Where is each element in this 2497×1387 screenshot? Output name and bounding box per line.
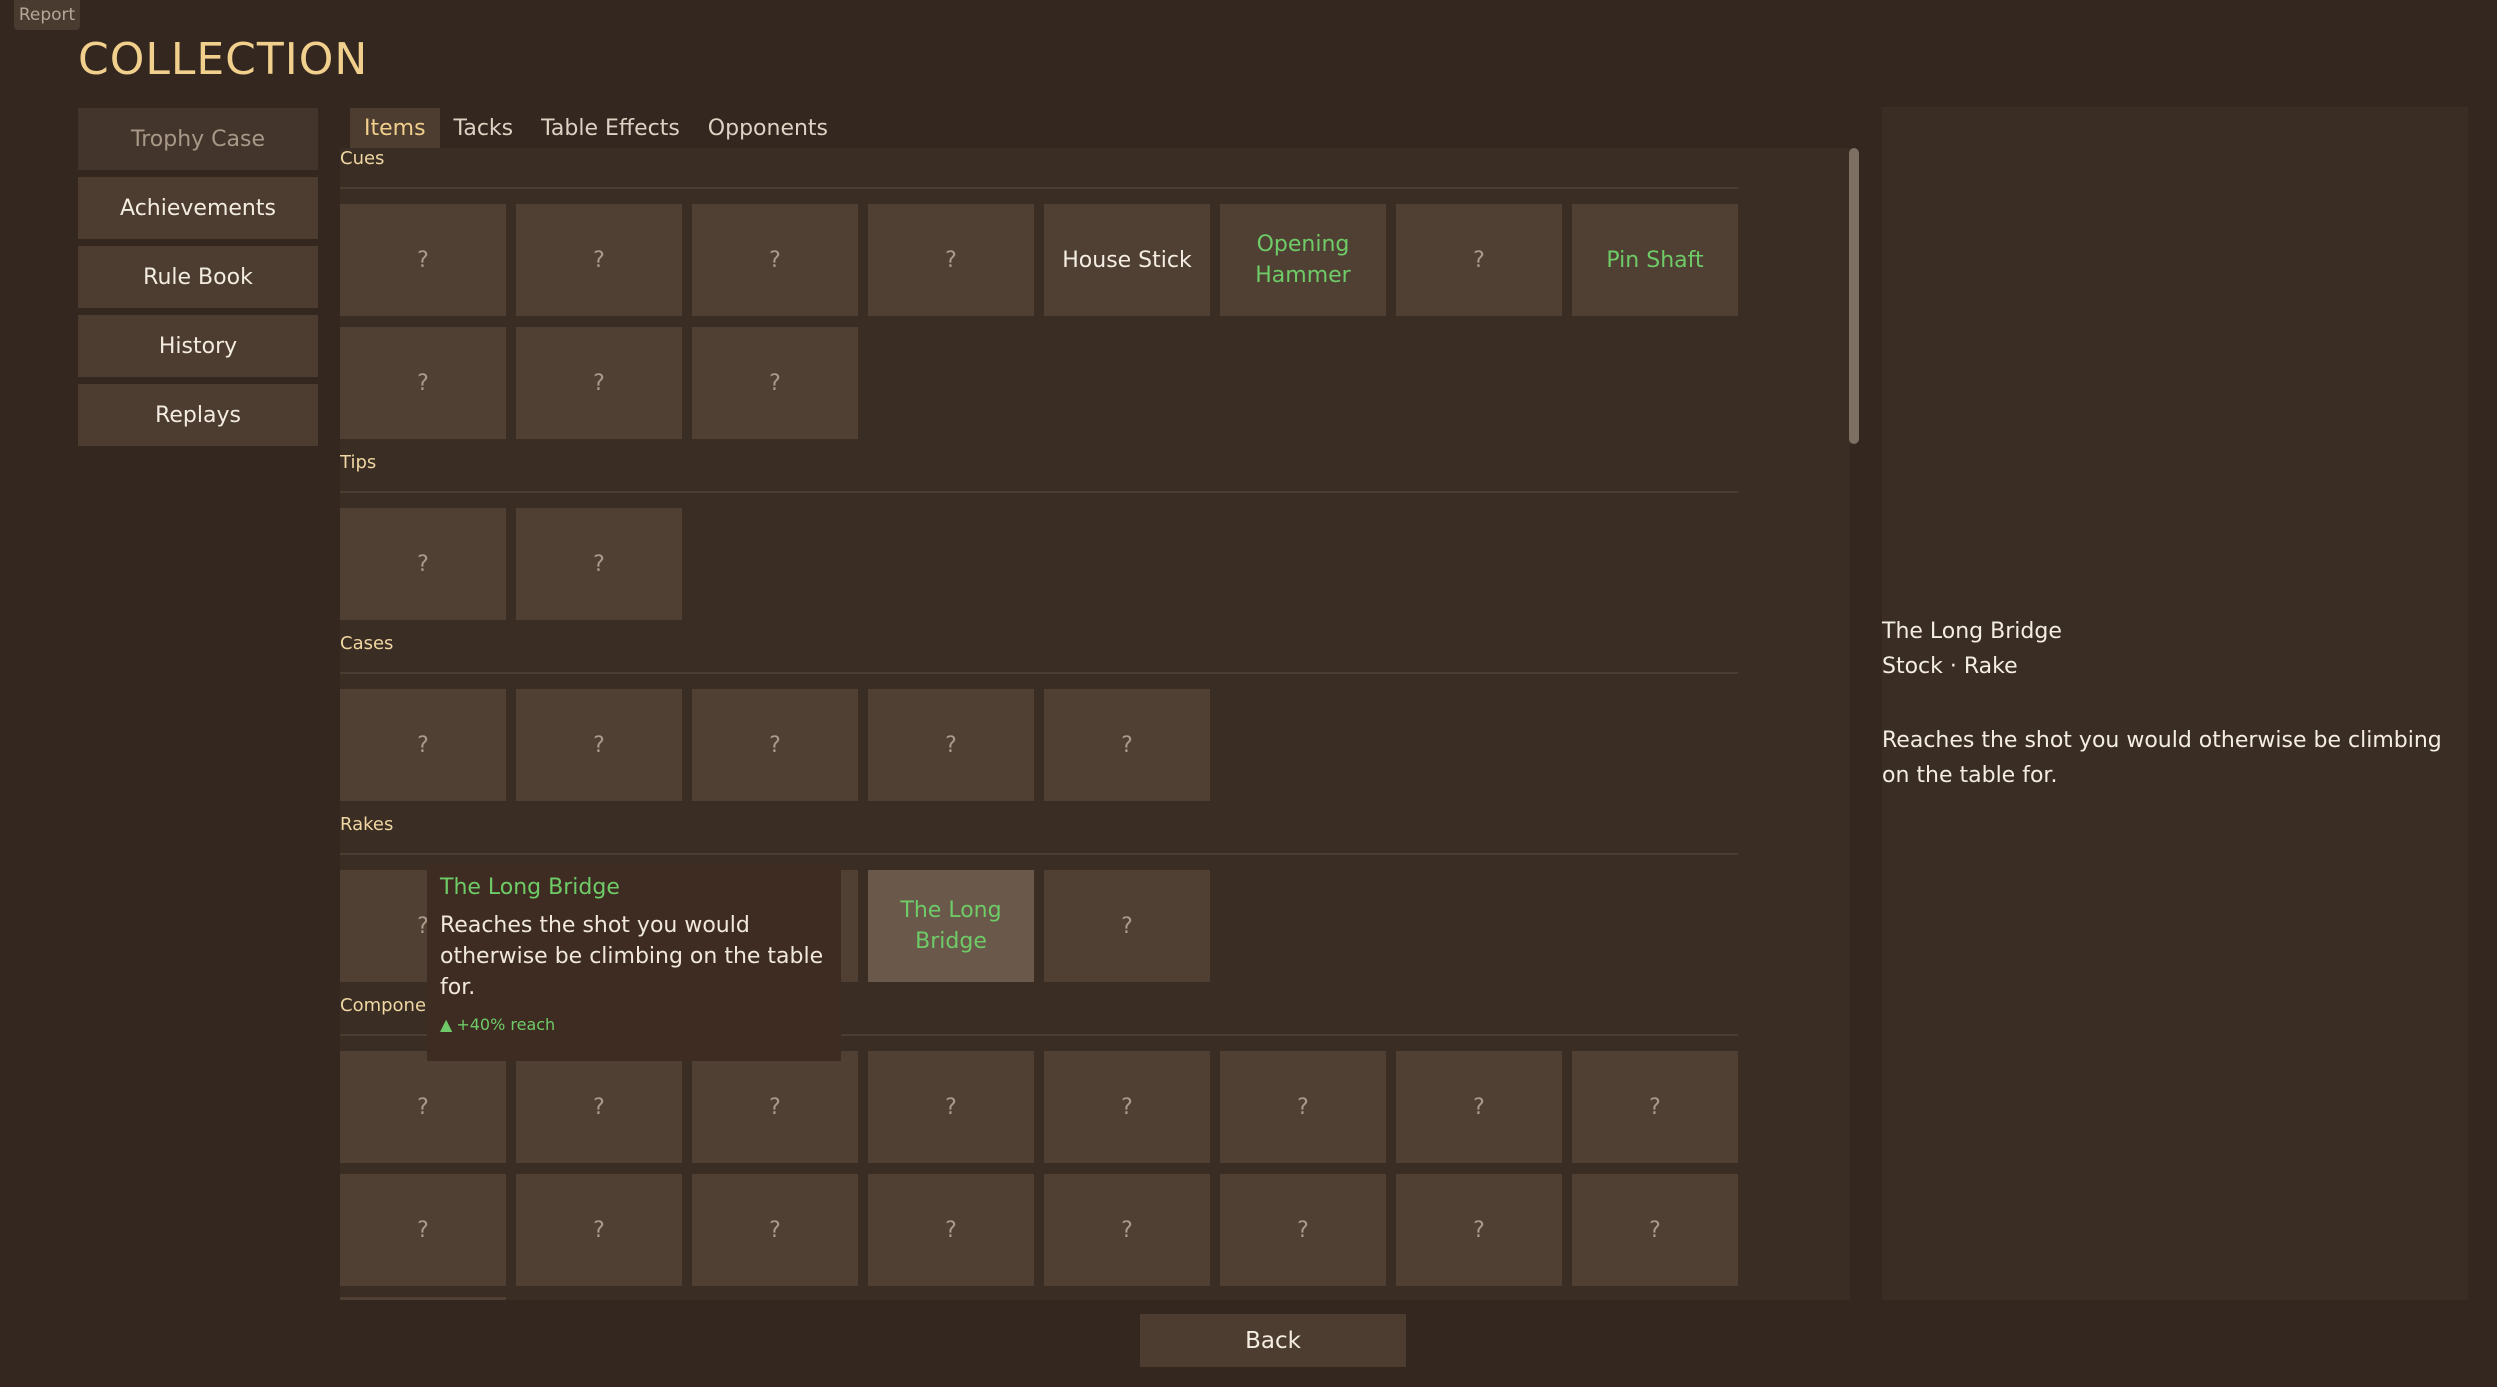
item-slot-locked[interactable]: ? (340, 1174, 506, 1286)
tooltip-title: The Long Bridge (440, 875, 620, 900)
item-slot-locked[interactable]: ? (340, 508, 506, 620)
item-slot-locked[interactable]: ? (1572, 1051, 1738, 1163)
sidebar-item-trophy-case[interactable]: Trophy Case (78, 108, 318, 170)
section-label-cases: Cases (340, 633, 394, 654)
section-label-tips: Tips (340, 452, 377, 473)
section-label-cues: Cues (340, 148, 385, 169)
tooltip-stat: ▲ +40% reach (440, 1015, 828, 1034)
item-slot-locked[interactable]: ? (340, 327, 506, 439)
item-slot-locked[interactable]: ? (692, 204, 858, 316)
item-slot-locked[interactable]: ? (1220, 1174, 1386, 1286)
item-slot-locked[interactable]: ? (340, 1051, 506, 1163)
item-slot-locked[interactable]: ? (1396, 1051, 1562, 1163)
tab-tacks[interactable]: Tacks (440, 108, 528, 148)
tab-table-effects[interactable]: Table Effects (527, 108, 694, 148)
back-button[interactable]: Back (1140, 1314, 1406, 1367)
item-slot-locked[interactable]: ? (516, 204, 682, 316)
item-slot-locked[interactable]: ? (1572, 1174, 1738, 1286)
sidebar-item-rule-book[interactable]: Rule Book (78, 246, 318, 308)
item-slot-locked[interactable]: ? (1396, 204, 1562, 316)
report-button[interactable]: Report (14, 0, 80, 30)
item-slot-locked[interactable] (340, 1297, 506, 1300)
item-slot-locked[interactable]: ? (868, 689, 1034, 801)
item-detail-panel: The Long Bridge Stock · Rake Reaches the… (1882, 107, 2468, 1300)
sidebar-item-achievements[interactable]: Achievements (78, 177, 318, 239)
detail-item-name: The Long Bridge (1882, 619, 2062, 644)
stat-up-arrow-icon: ▲ (440, 1015, 453, 1034)
item-slot-locked[interactable]: ? (692, 689, 858, 801)
item-slot-locked[interactable]: ? (1044, 1174, 1210, 1286)
tooltip-description: Reaches the shot you would otherwise be … (440, 913, 824, 1000)
collection-tabs: Items Tacks Table Effects Opponents (350, 108, 842, 148)
item-slot-the-long-bridge[interactable]: The Long Bridge (868, 870, 1034, 982)
section-divider (340, 491, 1738, 493)
item-slot-locked[interactable]: ? (1220, 1051, 1386, 1163)
item-slot-locked[interactable]: ? (516, 327, 682, 439)
item-slot-locked[interactable]: ? (340, 204, 506, 316)
detail-item-description: Reaches the shot you would otherwise be … (1882, 728, 2442, 788)
tab-opponents[interactable]: Opponents (694, 108, 842, 148)
item-slot-locked[interactable]: ? (516, 508, 682, 620)
item-tooltip: The Long Bridge Reaches the shot you wou… (427, 863, 841, 1061)
section-label-rakes: Rakes (340, 814, 394, 835)
item-slot-locked[interactable]: ? (692, 1174, 858, 1286)
item-slot-locked[interactable]: ? (692, 1051, 858, 1163)
sidebar-item-replays[interactable]: Replays (78, 384, 318, 446)
items-scroll-panel[interactable]: Cues ? ? ? ? House Stick Opening Hammer … (340, 148, 1850, 1300)
item-slot-pin-shaft[interactable]: Pin Shaft (1572, 204, 1738, 316)
item-slot-locked[interactable]: ? (1396, 1174, 1562, 1286)
section-divider (340, 187, 1738, 189)
item-slot-locked[interactable]: ? (516, 1051, 682, 1163)
tab-items[interactable]: Items (350, 108, 440, 148)
item-slot-locked[interactable]: ? (516, 689, 682, 801)
item-slot-locked[interactable]: ? (868, 204, 1034, 316)
section-divider (340, 672, 1738, 674)
sidebar: Trophy Case Achievements Rule Book Histo… (78, 108, 318, 453)
item-slot-locked[interactable]: ? (1044, 870, 1210, 982)
item-slot-opening-hammer[interactable]: Opening Hammer (1220, 204, 1386, 316)
item-slot-locked[interactable]: ? (868, 1051, 1034, 1163)
item-slot-house-stick[interactable]: House Stick (1044, 204, 1210, 316)
item-slot-locked[interactable]: ? (868, 1174, 1034, 1286)
item-slot-locked[interactable]: ? (1044, 689, 1210, 801)
tooltip-stat-text: +40% reach (456, 1015, 556, 1034)
item-slot-locked[interactable]: ? (692, 327, 858, 439)
scrollbar-thumb[interactable] (1849, 148, 1859, 444)
item-slot-locked[interactable]: ? (1044, 1051, 1210, 1163)
page-title: COLLECTION (78, 34, 369, 85)
section-divider (340, 853, 1738, 855)
sidebar-item-history[interactable]: History (78, 315, 318, 377)
detail-item-type: Stock · Rake (1882, 654, 2018, 679)
item-slot-locked[interactable]: ? (516, 1174, 682, 1286)
item-slot-locked[interactable]: ? (340, 689, 506, 801)
